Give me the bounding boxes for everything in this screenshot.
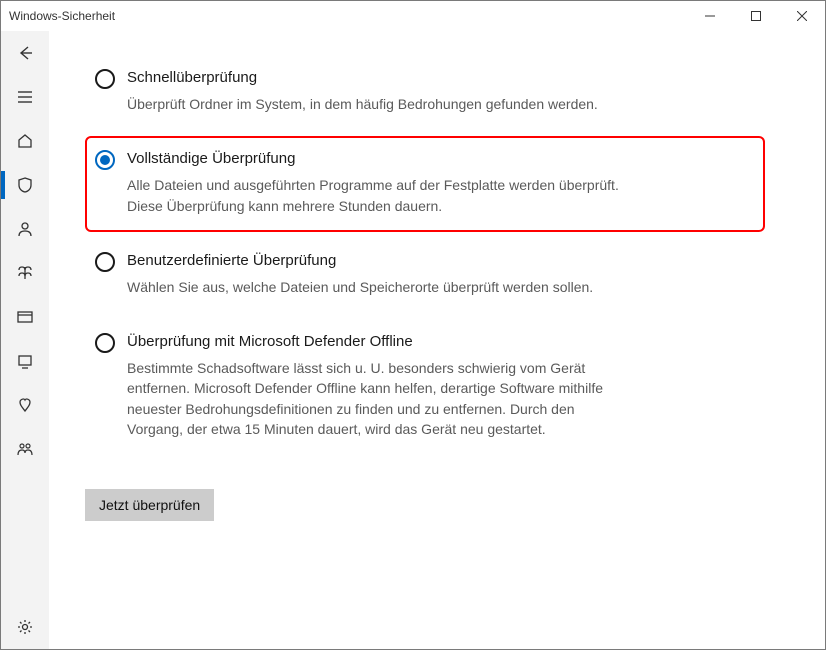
sidebar-item-virus-protection[interactable] (1, 163, 49, 207)
title-bar: Windows-Sicherheit (1, 1, 825, 31)
sidebar (1, 31, 49, 649)
option-description: Überprüft Ordner im System, in dem häufi… (127, 94, 627, 114)
menu-button[interactable] (1, 75, 49, 119)
sidebar-item-app-browser-control[interactable] (1, 295, 49, 339)
option-description: Wählen Sie aus, welche Dateien und Speic… (127, 277, 627, 297)
radio-button[interactable] (95, 252, 115, 272)
sidebar-item-firewall-network[interactable] (1, 251, 49, 295)
option-title: Schnellüberprüfung (127, 69, 755, 86)
minimize-button[interactable] (687, 1, 733, 31)
scan-option-offline[interactable]: Überprüfung mit Microsoft Defender Offli… (85, 319, 765, 455)
radio-button[interactable] (95, 150, 115, 170)
radio-button[interactable] (95, 333, 115, 353)
sidebar-item-account-protection[interactable] (1, 207, 49, 251)
option-title: Benutzerdefinierte Überprüfung (127, 252, 755, 269)
app-window: Windows-Sicherheit (0, 0, 826, 650)
option-description: Bestimmte Schadsoftware lässt sich u. U.… (127, 358, 627, 439)
sidebar-item-home[interactable] (1, 119, 49, 163)
option-title: Überprüfung mit Microsoft Defender Offli… (127, 333, 755, 350)
window-controls (687, 1, 825, 31)
close-button[interactable] (779, 1, 825, 31)
sidebar-item-family-options[interactable] (1, 427, 49, 471)
sidebar-item-settings[interactable] (1, 605, 49, 649)
sidebar-item-device-performance[interactable] (1, 383, 49, 427)
scan-option-quick[interactable]: Schnellüberprüfung Überprüft Ordner im S… (85, 55, 765, 130)
radio-button[interactable] (95, 69, 115, 89)
scan-now-button[interactable]: Jetzt überprüfen (85, 489, 214, 521)
app-body: Schnellüberprüfung Überprüft Ordner im S… (1, 31, 825, 649)
option-title: Vollständige Überprüfung (127, 150, 755, 167)
sidebar-item-device-security[interactable] (1, 339, 49, 383)
back-button[interactable] (1, 31, 49, 75)
scan-option-full[interactable]: Vollständige Überprüfung Alle Dateien un… (85, 136, 765, 232)
option-description: Alle Dateien und ausgeführten Programme … (127, 175, 627, 216)
main-content: Schnellüberprüfung Überprüft Ordner im S… (49, 31, 825, 649)
maximize-button[interactable] (733, 1, 779, 31)
window-title: Windows-Sicherheit (9, 9, 115, 23)
scan-option-custom[interactable]: Benutzerdefinierte Überprüfung Wählen Si… (85, 238, 765, 313)
